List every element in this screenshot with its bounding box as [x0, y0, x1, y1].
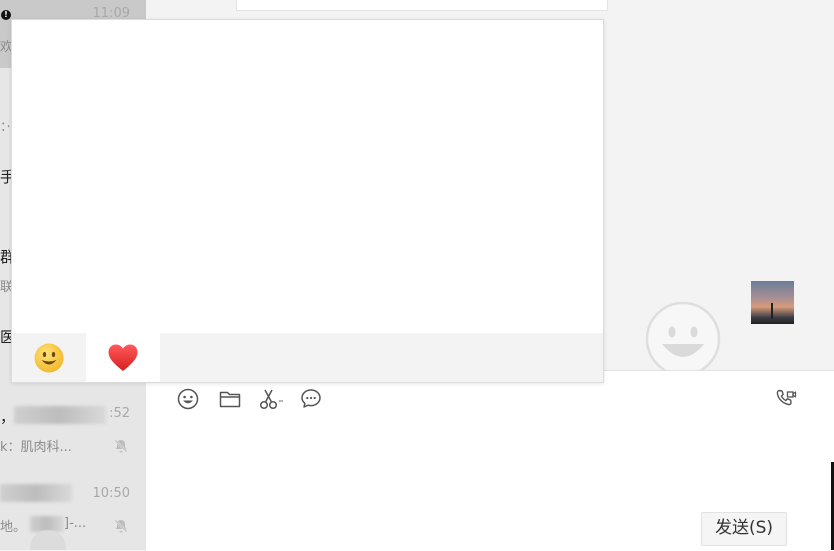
blurred-name	[0, 484, 72, 502]
chat-bubble-icon	[301, 389, 321, 408]
sticker-smiley-icon[interactable]	[644, 300, 722, 378]
mute-bell-icon	[114, 519, 128, 533]
chat-preview-tail: ]-...	[64, 516, 87, 531]
chat-title: ，	[0, 408, 16, 426]
scissors-icon	[259, 389, 283, 410]
smiley-icon	[177, 388, 199, 410]
chat-list-item[interactable]: ， :52 k：肌肉科...	[0, 398, 146, 466]
emoji-category-bar	[12, 333, 603, 382]
emoji-tab-default[interactable]	[12, 333, 86, 382]
chat-time: 10:50	[92, 486, 130, 501]
emoji-button[interactable]	[176, 387, 200, 411]
send-button[interactable]: 发送(S)	[701, 512, 787, 546]
folder-icon	[219, 391, 241, 408]
emoji-picker-panel[interactable]	[11, 19, 604, 383]
screenshot-button[interactable]	[258, 387, 288, 411]
notice-badge: !	[1, 10, 11, 20]
message-input-area[interactable]: 发送(S)	[146, 370, 834, 551]
chat-preview: 地。	[0, 520, 27, 535]
video-call-icon	[776, 389, 797, 406]
emoji-tab-favorites[interactable]	[86, 333, 160, 382]
chat-time: :52	[109, 406, 130, 421]
send-file-button[interactable]	[218, 387, 242, 411]
chat-history-button[interactable]	[299, 387, 323, 411]
chat-preview: ：·	[0, 120, 11, 135]
smiley-emoji-icon	[34, 343, 64, 372]
heart-emoji-icon	[108, 344, 138, 371]
chat-preview: k：肌肉科...	[0, 440, 72, 455]
image-message-thumbnail[interactable]	[751, 281, 794, 324]
message-bubble	[236, 0, 608, 11]
chat-list-item[interactable]: 10:50 地。 ]-...	[0, 478, 146, 550]
mute-bell-icon	[114, 439, 128, 453]
video-call-button[interactable]	[774, 387, 798, 411]
blurred-name	[14, 406, 106, 424]
photo-tower-shape	[771, 303, 773, 319]
